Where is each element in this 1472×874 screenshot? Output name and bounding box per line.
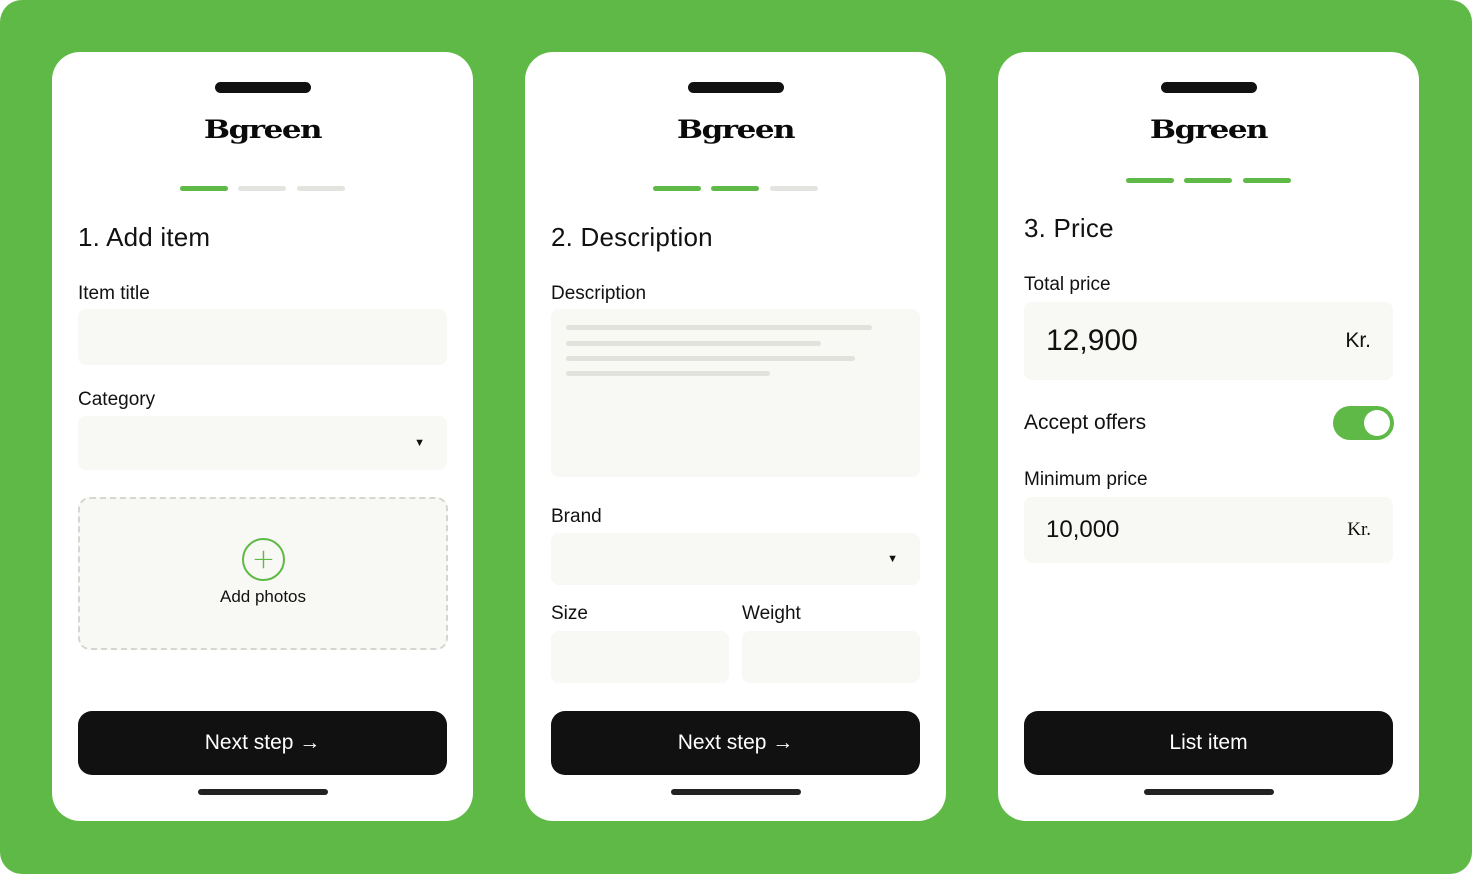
weight-input[interactable] xyxy=(742,631,920,683)
brand-label: Brand xyxy=(551,506,602,527)
minimum-price-label: Minimum price xyxy=(1024,469,1148,490)
weight-label: Weight xyxy=(742,603,801,624)
page-title: 3. Price xyxy=(1024,213,1114,243)
total-price-unit: Kr. xyxy=(1345,329,1371,352)
list-item-button[interactable]: List item xyxy=(1024,711,1393,775)
accept-offers-toggle[interactable] xyxy=(1333,406,1394,440)
placeholder-text-line xyxy=(566,341,821,346)
screen-add-item: Bgreen 1. Add item Item title Category ▼… xyxy=(52,52,473,821)
category-label: Category xyxy=(78,389,156,410)
brand-logo: Bgreen xyxy=(1149,115,1269,145)
home-indicator xyxy=(1144,789,1274,795)
progress-step-2 xyxy=(711,186,759,191)
progress-indicator xyxy=(1126,178,1296,183)
progress-step-3 xyxy=(297,186,345,191)
item-title-label: Item title xyxy=(78,283,150,304)
category-select[interactable]: ▼ xyxy=(78,416,447,470)
next-step-button[interactable]: Next step → xyxy=(78,711,447,775)
progress-indicator xyxy=(653,186,823,191)
progress-step-2 xyxy=(1184,178,1232,183)
caret-down-icon: ▼ xyxy=(414,437,425,449)
progress-step-1 xyxy=(1126,178,1174,183)
page-title: 1. Add item xyxy=(78,222,211,252)
caret-down-icon: ▼ xyxy=(887,553,898,565)
progress-step-1 xyxy=(653,186,701,191)
placeholder-text-line xyxy=(566,325,872,330)
accept-offers-label: Accept offers xyxy=(1024,411,1147,434)
total-price-input[interactable]: 12,900 Kr. xyxy=(1024,302,1393,380)
brand-select[interactable]: ▼ xyxy=(551,533,920,585)
brand-logo: Bgreen xyxy=(676,115,796,145)
phone-notch xyxy=(1161,82,1257,93)
placeholder-text-line xyxy=(566,356,855,361)
home-indicator xyxy=(198,789,328,795)
next-step-button[interactable]: Next step → xyxy=(551,711,920,775)
screen-price: Bgreen 3. Price Total price 12,900 Kr. A… xyxy=(998,52,1419,821)
progress-step-1 xyxy=(180,186,228,191)
progress-step-2 xyxy=(238,186,286,191)
home-indicator xyxy=(671,789,801,795)
page-title: 2. Description xyxy=(551,222,713,252)
add-photos-dropzone[interactable]: + Add photos xyxy=(78,497,448,650)
background-frame: Bgreen 1. Add item Item title Category ▼… xyxy=(0,0,1472,874)
screen-description: Bgreen 2. Description Description Brand … xyxy=(525,52,946,821)
phone-notch xyxy=(688,82,784,93)
size-label: Size xyxy=(551,603,588,624)
toggle-knob xyxy=(1364,410,1390,436)
description-textarea[interactable] xyxy=(551,309,920,477)
total-price-value: 12,900 xyxy=(1046,324,1138,357)
phone-notch xyxy=(215,82,311,93)
item-title-input[interactable] xyxy=(78,309,447,365)
progress-step-3 xyxy=(1243,178,1291,183)
total-price-label: Total price xyxy=(1024,274,1111,295)
minimum-price-input[interactable]: 10,000 Kr. xyxy=(1024,497,1393,563)
plus-circle-icon[interactable]: + xyxy=(242,538,285,581)
size-input[interactable] xyxy=(551,631,729,683)
add-photos-label: Add photos xyxy=(219,587,306,606)
progress-step-3 xyxy=(770,186,818,191)
progress-indicator xyxy=(180,186,350,191)
minimum-price-value: 10,000 xyxy=(1046,516,1120,543)
brand-logo: Bgreen xyxy=(203,115,323,145)
description-label: Description xyxy=(551,283,647,304)
minimum-price-unit: Kr. xyxy=(1347,519,1371,540)
placeholder-text-line xyxy=(566,371,770,376)
